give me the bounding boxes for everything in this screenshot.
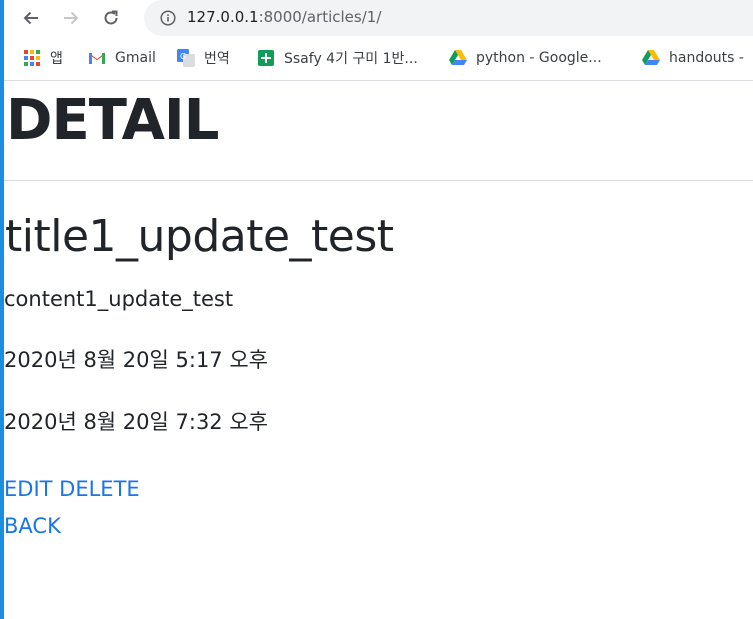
article-title: title1_update_test [5, 211, 394, 262]
bookmark-label: Ssafy 4기 구미 1반... [284, 51, 418, 67]
delete-link[interactable]: DELETE [59, 477, 140, 501]
chrome-divider [4, 80, 753, 81]
info-icon[interactable] [160, 10, 176, 26]
bookmark-gmail[interactable]: Gmail [88, 49, 156, 67]
edit-link[interactable]: EDIT [4, 477, 52, 501]
url-path: :8000/articles/1/ [258, 8, 382, 26]
bookmarks-bar: 앱 Gmail G 번역 Ssafy 4기 구미 1반... python - … [4, 40, 753, 76]
bookmark-label: handouts - [669, 50, 744, 66]
browser-toolbar: 127.0.0.1:8000/articles/1/ [4, 0, 753, 36]
bookmark-handouts[interactable]: handouts - [642, 49, 744, 67]
sheets-icon [257, 49, 275, 67]
address-bar[interactable]: 127.0.0.1:8000/articles/1/ [144, 0, 753, 36]
bookmark-label: python - Google... [476, 50, 602, 66]
bookmark-label: Gmail [115, 50, 156, 66]
bookmark-ssafy[interactable]: Ssafy 4기 구미 1반... [257, 49, 418, 67]
google-drive-icon [642, 49, 660, 67]
back-link[interactable]: BACK [4, 514, 61, 538]
horizontal-rule [4, 180, 753, 181]
translate-icon: G [177, 49, 195, 67]
forward-arrow-icon[interactable] [59, 6, 83, 30]
page-heading: DETAIL [6, 88, 219, 153]
url-host: 127.0.0.1 [187, 8, 259, 26]
bookmark-translate[interactable]: G 번역 [177, 49, 230, 67]
apps-grid-icon [23, 49, 41, 67]
action-links: EDIT DELETE BACK [4, 471, 140, 545]
url-text[interactable]: 127.0.0.1:8000/articles/1/ [187, 8, 381, 26]
bookmark-apps[interactable]: 앱 [23, 49, 63, 67]
created-at: 2020년 8월 20일 5:17 오후 [4, 348, 268, 372]
svg-text:G: G [180, 52, 186, 61]
back-arrow-icon[interactable] [19, 6, 43, 30]
bookmark-label: 앱 [50, 51, 63, 67]
google-drive-icon [449, 49, 467, 67]
reload-icon[interactable] [99, 6, 123, 30]
updated-at: 2020년 8월 20일 7:32 오후 [4, 410, 268, 434]
gmail-icon [88, 49, 106, 67]
bookmark-label: 번역 [204, 51, 230, 67]
article-content: content1_update_test [4, 287, 234, 311]
bookmark-python[interactable]: python - Google... [449, 49, 602, 67]
